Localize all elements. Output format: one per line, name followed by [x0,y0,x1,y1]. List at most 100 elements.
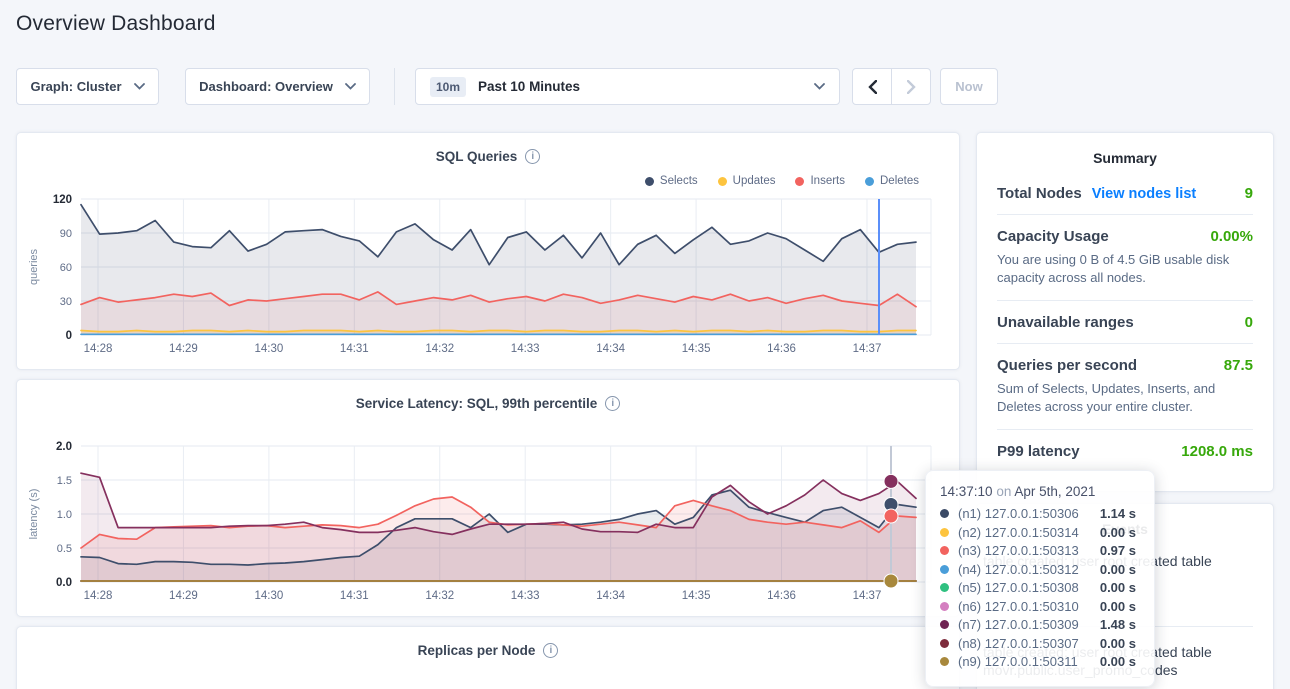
summary-row-value: 9 [1245,185,1253,202]
tooltip-node-value: 0.00 s [1100,636,1136,651]
svg-text:14:33: 14:33 [511,343,540,355]
chevron-down-icon [814,83,825,90]
svg-text:14:33: 14:33 [511,590,540,602]
sql-queries-card: SQL Queries i Selects Updates Inserts Delet… [16,132,960,370]
chart-hover-tooltip: 14:37:10 on Apr 5th, 2021 (n1) 127.0.0.1… [925,470,1155,687]
svg-text:14:37: 14:37 [853,343,882,355]
svg-text:14:36: 14:36 [767,590,796,602]
summary-row-value: 1208.0 ms [1181,443,1253,460]
svg-text:30: 30 [60,296,72,308]
tooltip-node-name: (n7) 127.0.0.1:50309 [958,617,1079,632]
tooltip-node-value: 0.00 s [1100,525,1136,540]
legend-item-inserts[interactable]: Inserts [795,175,845,187]
svg-text:14:31: 14:31 [340,590,369,602]
tooltip-node-row: (n6) 127.0.0.1:503100.00 s [940,599,1136,614]
toolbar-divider [394,68,395,105]
tooltip-node-value: 1.48 s [1100,617,1136,632]
svg-text:14:29: 14:29 [169,590,198,602]
now-button[interactable]: Now [940,68,998,105]
summary-row: Unavailable ranges0 [997,301,1253,344]
svg-text:90: 90 [60,228,72,240]
tooltip-node-name: (n5) 127.0.0.1:50308 [958,580,1079,595]
summary-row: Capacity Usage0.00%You are using 0 B of … [997,215,1253,301]
svg-text:1.0: 1.0 [57,509,72,521]
page-title: Overview Dashboard [16,12,216,36]
info-icon[interactable]: i [605,396,620,411]
chevron-left-icon [868,80,877,94]
tooltip-node-name: (n6) 127.0.0.1:50310 [958,599,1079,614]
legend-label: Updates [733,175,776,187]
dashboard-dropdown[interactable]: Dashboard: Overview [185,68,370,105]
graph-dropdown-label: Graph: Cluster [30,79,121,94]
tooltip-node-row: (n5) 127.0.0.1:50308 0.00 s [940,580,1136,595]
time-range-selector[interactable]: 10m Past 10 Minutes [415,68,840,105]
svg-text:14:28: 14:28 [84,590,113,602]
svg-text:14:37: 14:37 [853,590,882,602]
legend-item-selects[interactable]: Selects [645,175,698,187]
svg-text:14:29: 14:29 [169,343,198,355]
tooltip-node-row: (n9) 127.0.0.1:503110.00 s [940,654,1136,669]
summary-row-top: Total NodesView nodes list9 [997,185,1253,202]
svg-text:0: 0 [66,330,72,342]
node-color-dot-icon [940,546,949,555]
node-color-dot-icon [940,639,949,648]
svg-text:0.0: 0.0 [56,577,72,589]
tooltip-node-value: 0.00 s [1100,580,1136,595]
chevron-right-icon [907,80,916,94]
svg-text:14:30: 14:30 [254,590,283,602]
replicas-per-node-card: Replicas per Node i [16,626,960,689]
chevron-down-icon [134,83,145,90]
summary-panel: Summary Total NodesView nodes list9Capac… [976,132,1274,492]
tooltip-node-row: (n3) 127.0.0.1:503130.97 s [940,543,1136,558]
node-color-dot-icon [940,583,949,592]
legend-dot-icon [718,177,727,186]
sql-queries-chart[interactable]: 030609012014:2814:2914:3014:3114:3214:33… [17,191,961,371]
service-latency-chart[interactable]: 0.00.51.01.52.014:2814:2914:3014:3114:32… [17,438,961,618]
replicas-per-node-title: Replicas per Node i [17,643,959,658]
summary-row-top: Unavailable ranges0 [997,314,1253,331]
graph-dropdown[interactable]: Graph: Cluster [16,68,159,105]
svg-text:latency (s): latency (s) [28,489,40,540]
svg-text:14:30: 14:30 [254,343,283,355]
tooltip-node-row: (n1) 127.0.0.1:50306 1.14 s [940,506,1136,521]
summary-row-top: Capacity Usage 0.00% [997,228,1253,245]
view-nodes-list-link[interactable]: View nodes list [1092,186,1197,202]
svg-text:14:35: 14:35 [682,590,711,602]
svg-text:0.5: 0.5 [57,543,72,555]
legend-label: Inserts [810,175,845,187]
info-icon[interactable]: i [525,149,540,164]
time-range-label: Past 10 Minutes [478,79,580,94]
sql-queries-title: SQL Queries i [17,149,959,164]
summary-rows: Total NodesView nodes list9Capacity Usag… [977,166,1273,472]
summary-row: P99 latency1208.0 ms [997,430,1253,472]
summary-row: Total NodesView nodes list9 [997,172,1253,215]
legend-dot-icon [795,177,804,186]
chevron-down-icon [345,83,356,90]
time-prev-button[interactable] [852,68,892,105]
tooltip-node-name: (n3) 127.0.0.1:50313 [958,543,1079,558]
svg-text:14:35: 14:35 [682,343,711,355]
tooltip-timestamp: 14:37:10 on Apr 5th, 2021 [940,484,1136,499]
svg-text:60: 60 [60,262,72,274]
svg-text:14:31: 14:31 [340,343,369,355]
legend-item-deletes[interactable]: Deletes [865,175,919,187]
tooltip-node-row: (n7) 127.0.0.1:50309 1.48 s [940,617,1136,632]
legend-item-updates[interactable]: Updates [718,175,776,187]
summary-row-label: Capacity Usage [997,228,1109,245]
summary-row-value: 0.00% [1210,228,1253,245]
overview-dashboard-page: Overview Dashboard Graph: Cluster Dashbo… [0,0,1290,689]
time-next-button[interactable] [891,68,931,105]
node-color-dot-icon [940,528,949,537]
svg-text:14:34: 14:34 [596,590,625,602]
tooltip-node-value: 1.14 s [1100,506,1136,521]
dashboard-dropdown-label: Dashboard: Overview [199,79,333,94]
node-color-dot-icon [940,565,949,574]
node-color-dot-icon [940,657,949,666]
svg-text:2.0: 2.0 [56,441,72,453]
legend-dot-icon [645,177,654,186]
summary-row-label: Queries per second [997,357,1137,374]
tooltip-node-name: (n1) 127.0.0.1:50306 [958,506,1079,521]
tooltip-node-name: (n8) 127.0.0.1:50307 [958,636,1079,651]
summary-row-top: P99 latency1208.0 ms [997,443,1253,460]
info-icon[interactable]: i [543,643,558,658]
